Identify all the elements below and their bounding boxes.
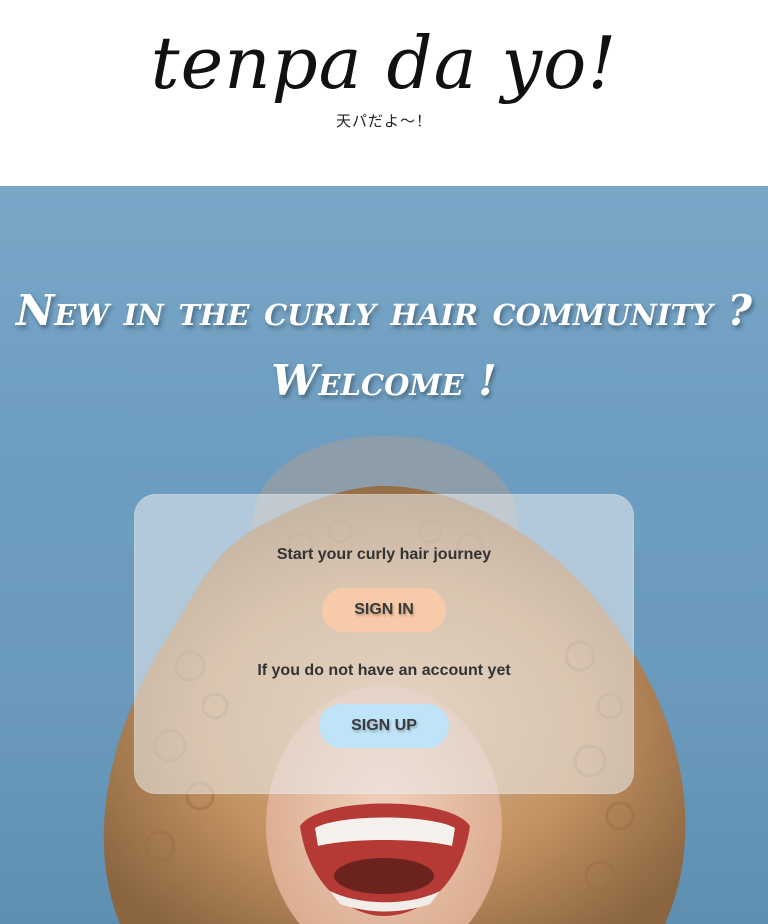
signin-prompt: Start your curly hair journey — [276, 546, 492, 563]
signup-prompt: If you do not have an account yet — [257, 662, 511, 679]
site-header: tenpa da yo! 天パだよ～！ — [0, 0, 768, 186]
sign-up-button[interactable]: SIGN UP — [319, 704, 449, 748]
hero-heading-line-1: New in the curly hair community ? — [15, 286, 753, 335]
hero-heading-line-2: Welcome ! — [271, 356, 497, 405]
site-logo-subtitle: 天パだよ～！ — [335, 112, 432, 130]
sign-in-button[interactable]: SIGN IN — [322, 588, 446, 632]
site-logo[interactable]: tenpa da yo! — [0, 18, 768, 108]
hero-heading: New in the curly hair community ? Welcom… — [0, 276, 768, 416]
auth-card: Start your curly hair journey SIGN IN If… — [134, 494, 634, 794]
hero-section: New in the curly hair community ? Welcom… — [0, 186, 768, 924]
